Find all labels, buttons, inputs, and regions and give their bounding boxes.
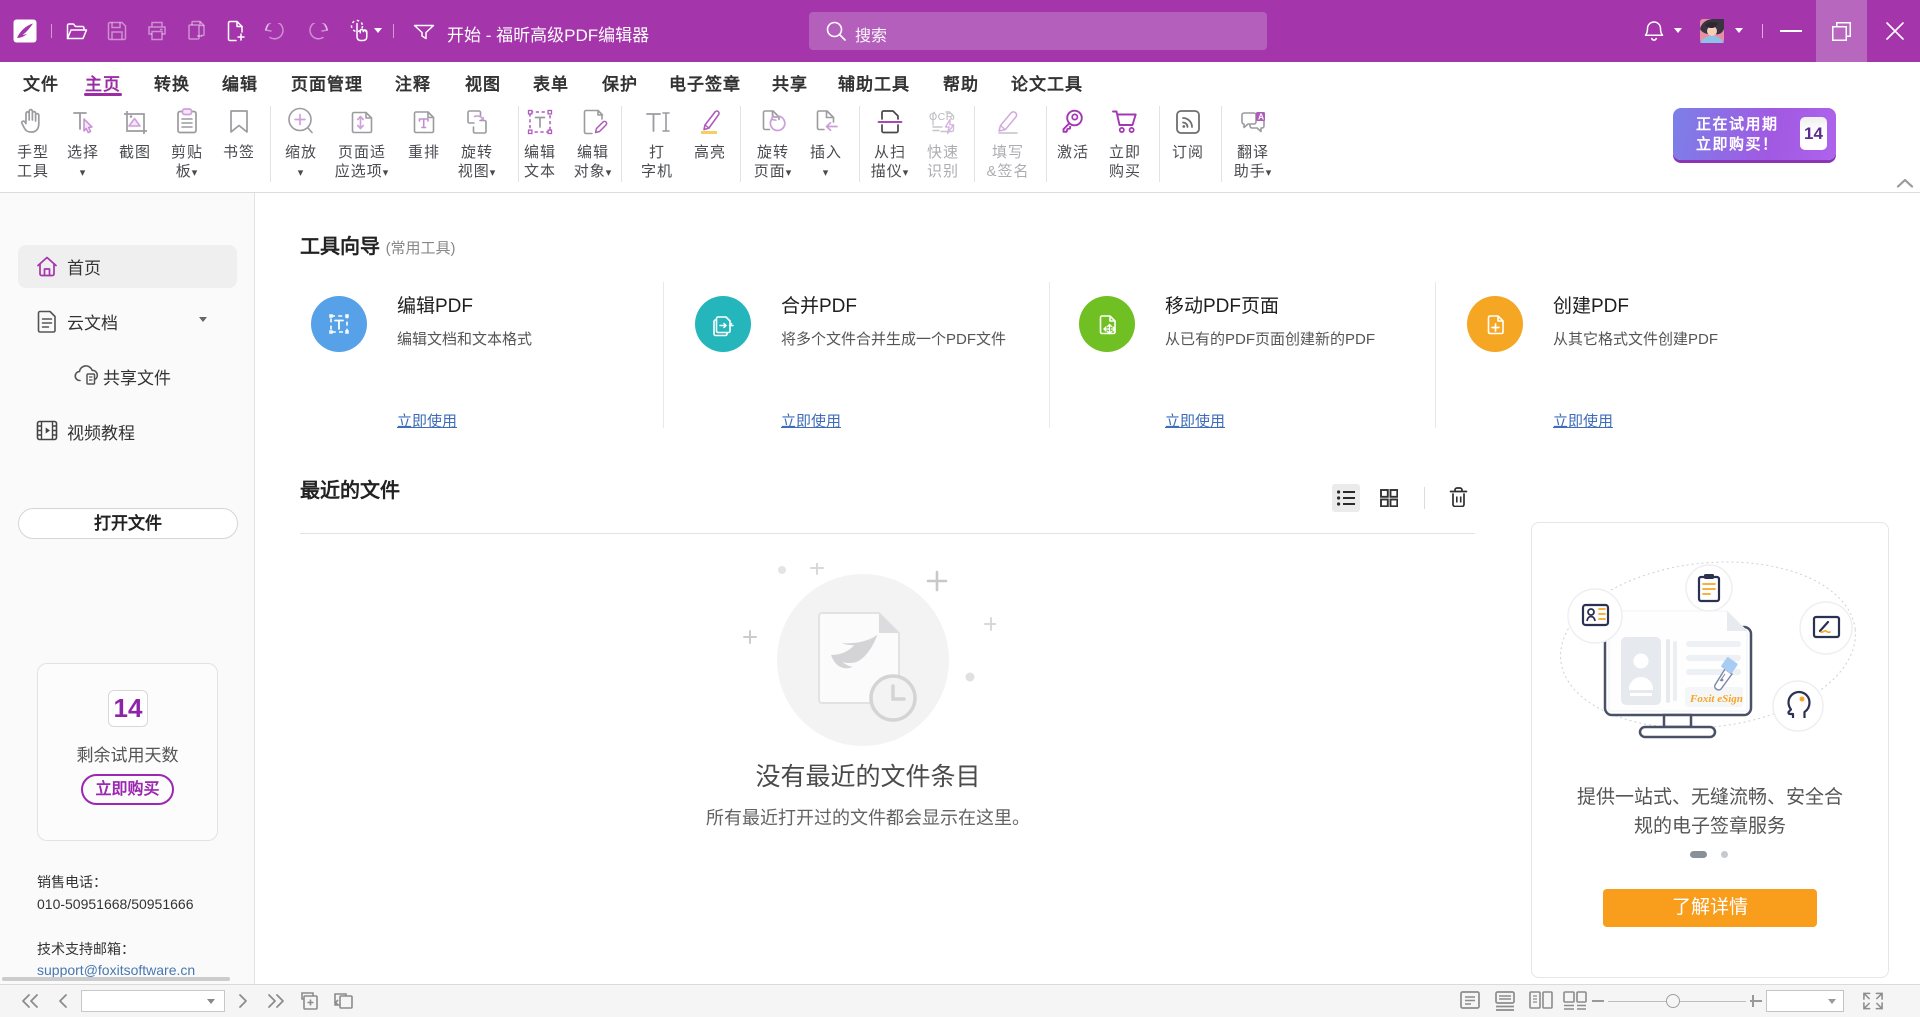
svg-text:A: A bbox=[1258, 112, 1264, 122]
svg-text:Foxit eSign: Foxit eSign bbox=[1689, 693, 1743, 705]
